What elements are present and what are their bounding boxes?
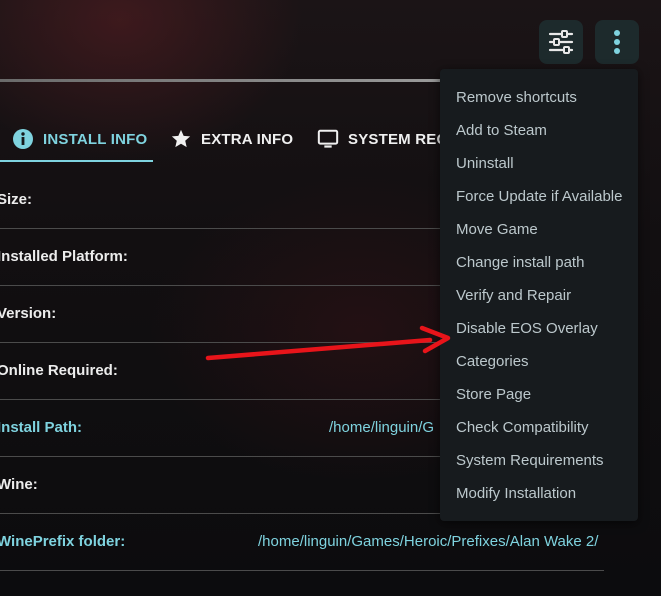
tab-system-requirements[interactable]: SYSTEM REQU bbox=[317, 118, 445, 160]
row-label: WinePrefix folder: bbox=[0, 533, 126, 550]
more-options-button[interactable] bbox=[595, 20, 639, 64]
menu-item-modify-installation[interactable]: Modify Installation bbox=[456, 485, 576, 502]
vertical-dots-icon bbox=[614, 30, 620, 54]
sliders-icon bbox=[548, 30, 574, 54]
settings-sliders-button[interactable] bbox=[539, 20, 583, 64]
game-options-menu: Remove shortcuts Add to Steam Uninstall … bbox=[440, 69, 638, 521]
menu-item-force-update[interactable]: Force Update if Available bbox=[456, 188, 623, 205]
tab-extra-info[interactable]: EXTRA INFO bbox=[170, 118, 293, 160]
row-label: Size: bbox=[0, 191, 33, 208]
menu-item-check-compatibility[interactable]: Check Compatibility bbox=[456, 419, 589, 436]
menu-item-categories[interactable]: Categories bbox=[456, 353, 529, 370]
row-label: Version: bbox=[0, 305, 57, 322]
monitor-icon bbox=[317, 128, 339, 150]
row-label: Install Path: bbox=[0, 419, 83, 436]
menu-item-disable-eos-overlay[interactable]: Disable EOS Overlay bbox=[456, 320, 598, 337]
row-label: Installed Platform: bbox=[0, 248, 128, 265]
star-icon bbox=[170, 128, 192, 150]
install-path-value[interactable]: /home/linguin/G bbox=[329, 419, 434, 436]
wineprefix-path-value[interactable]: /home/linguin/Games/Heroic/Prefixes/Alan… bbox=[258, 533, 598, 550]
tab-install-info[interactable]: INSTALL INFO bbox=[12, 118, 147, 160]
row-label: Online Required: bbox=[0, 362, 118, 379]
row-label: Wine: bbox=[0, 476, 38, 493]
menu-item-add-to-steam[interactable]: Add to Steam bbox=[456, 122, 547, 139]
menu-item-change-install-path[interactable]: Change install path bbox=[456, 254, 584, 271]
active-tab-indicator bbox=[0, 160, 153, 162]
menu-item-remove-shortcuts[interactable]: Remove shortcuts bbox=[456, 89, 577, 106]
menu-item-store-page[interactable]: Store Page bbox=[456, 386, 531, 403]
info-icon bbox=[12, 128, 34, 150]
tab-install-label: INSTALL INFO bbox=[43, 130, 148, 148]
menu-item-system-requirements[interactable]: System Requirements bbox=[456, 452, 604, 469]
tab-extra-label: EXTRA INFO bbox=[201, 130, 294, 148]
info-row-wineprefix[interactable]: WinePrefix folder: /home/linguin/Games/H… bbox=[0, 514, 604, 571]
menu-item-verify-repair[interactable]: Verify and Repair bbox=[456, 287, 571, 304]
menu-item-uninstall[interactable]: Uninstall bbox=[456, 155, 514, 172]
tab-system-label: SYSTEM REQU bbox=[348, 130, 445, 148]
progress-divider bbox=[0, 79, 445, 82]
info-tabs: INSTALL INFO EXTRA INFO SYSTEM REQU bbox=[0, 118, 445, 163]
menu-item-move-game[interactable]: Move Game bbox=[456, 221, 538, 238]
